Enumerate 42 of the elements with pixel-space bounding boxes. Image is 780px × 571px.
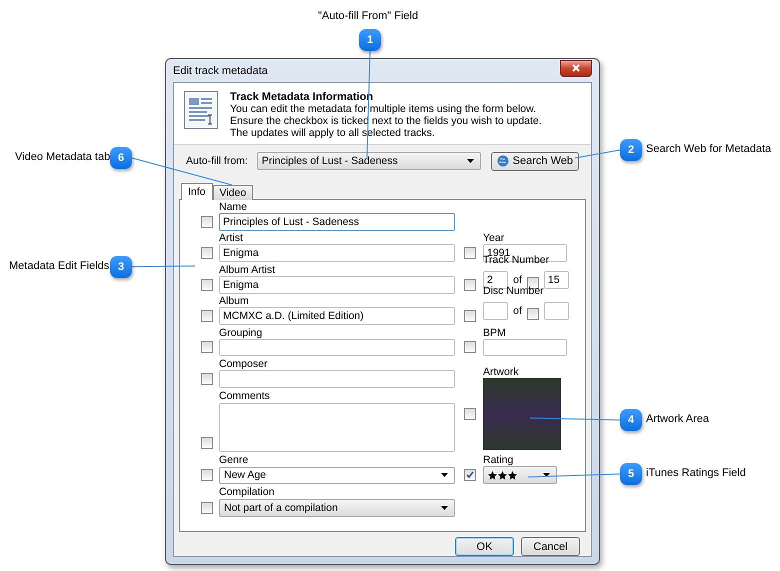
callout-label: "Auto-fill From" Field — [318, 10, 418, 22]
of-label: of — [513, 274, 522, 286]
field-label: BPM — [483, 327, 507, 339]
text-field[interactable]: MCMXC a.D. (Limited Edition) — [219, 307, 455, 325]
callout-badge: 1 — [359, 29, 381, 51]
text-field[interactable]: Enigma — [219, 244, 455, 262]
field-label: Comments — [219, 390, 271, 403]
callout-badge: 6 — [110, 147, 132, 169]
callout-badge: 5 — [620, 463, 642, 485]
callout-badge: 3 — [110, 256, 132, 278]
callout-badge: 4 — [620, 409, 642, 431]
text-field[interactable]: Enigma — [219, 276, 455, 294]
field-label: Year — [483, 232, 506, 244]
field-label: Album Artist — [219, 264, 276, 276]
field-label: Rating — [483, 454, 514, 466]
window-title: Edit track metadata — [173, 64, 268, 76]
field-label: Composer — [219, 358, 268, 370]
callout-badge: 2 — [620, 139, 642, 161]
field-label: Artist — [219, 232, 244, 244]
dialog-button[interactable]: OK — [455, 537, 514, 556]
callout-label: Search Web for Metadata — [646, 143, 772, 155]
number-field[interactable]: 15 — [544, 271, 569, 289]
callout-label: iTunes Ratings Field — [646, 467, 746, 479]
callout-label: Video Metadata tab — [15, 151, 110, 163]
field-label: Grouping — [219, 327, 264, 339]
combo-box[interactable]: New Age — [219, 466, 455, 484]
text-field[interactable]: Principles of Lust - Sadeness — [219, 213, 455, 231]
callout-label: Artwork Area — [646, 413, 709, 425]
dialog-button[interactable]: Cancel — [521, 537, 580, 556]
search-web-button[interactable]: Search Web — [490, 152, 579, 170]
field-label: Album — [219, 295, 250, 307]
tab[interactable]: Info — [181, 183, 213, 200]
field-label: Compilation — [219, 486, 276, 499]
of-label: of — [513, 305, 522, 317]
autofill-label: Auto-fill from: — [186, 155, 249, 167]
field-label: Name — [219, 201, 248, 213]
field-label: Artwork — [483, 366, 520, 378]
callout-label: Metadata Edit Fields — [9, 260, 110, 272]
dropdown[interactable]: Not part of a compilation — [219, 499, 455, 517]
autofill-dropdown[interactable]: Principles of Lust - Sadeness — [256, 152, 482, 170]
tab[interactable]: Video — [212, 185, 254, 200]
field-label: Genre — [219, 454, 250, 467]
